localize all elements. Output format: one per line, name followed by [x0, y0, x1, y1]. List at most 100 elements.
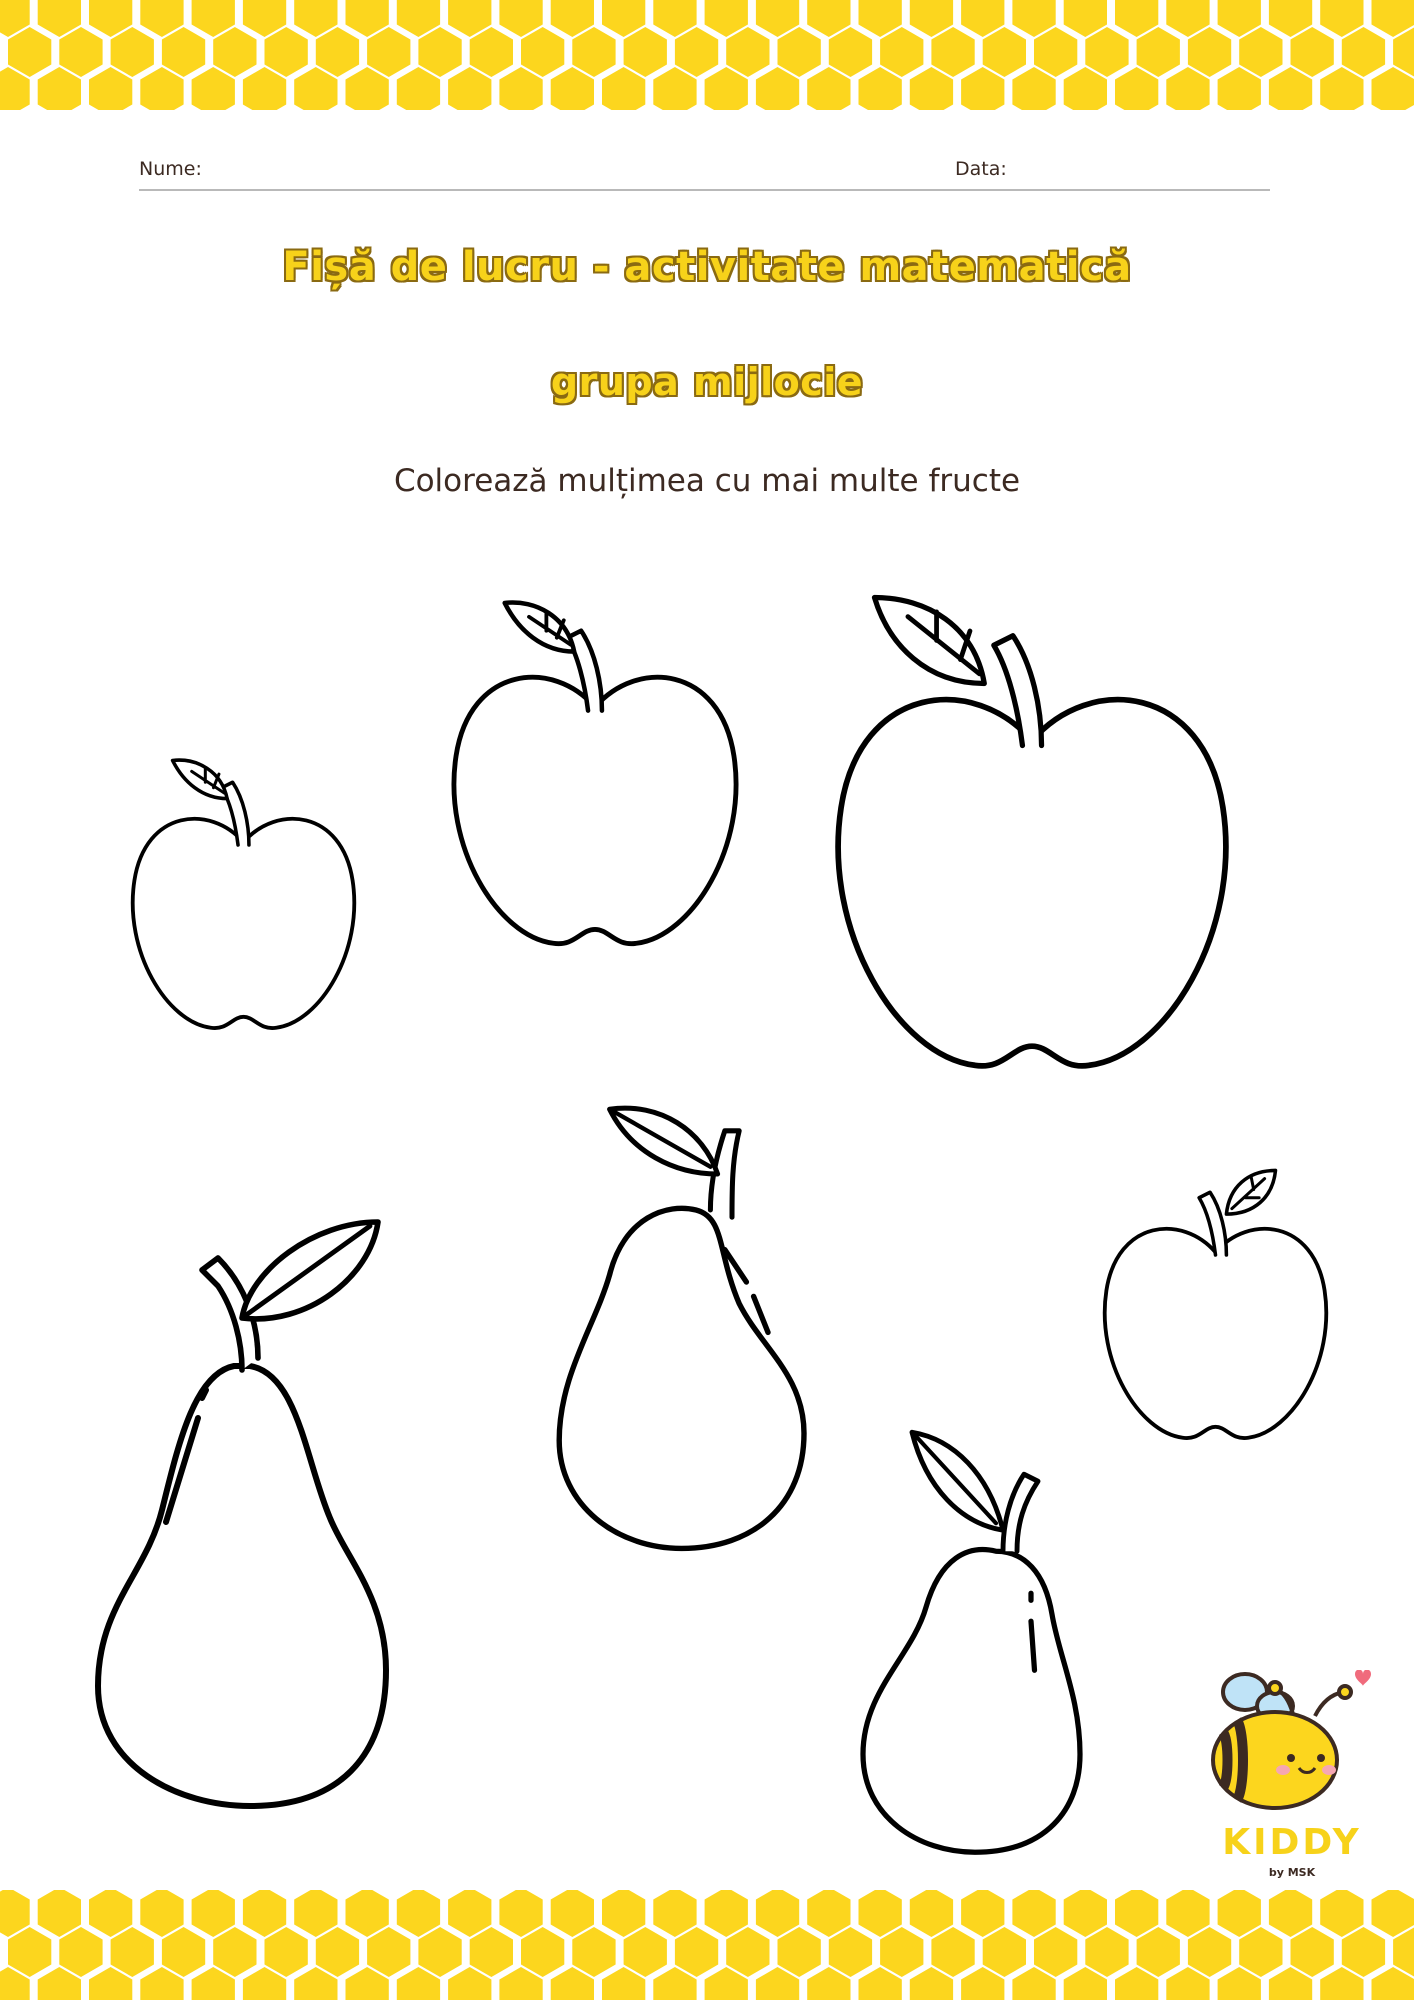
honeycomb-cell: [880, 1927, 924, 1977]
honeycomb-cell: [726, 27, 770, 77]
honeycomb-cell: [1063, 1890, 1107, 1937]
honeycomb-cell: [674, 27, 719, 77]
pear-small: [842, 1418, 1122, 1863]
honeycomb-cell: [448, 67, 492, 110]
honeycomb-cell: [367, 1927, 411, 1977]
honeycomb-cell: [345, 1890, 389, 1937]
honeycomb-cell: [653, 1890, 697, 1937]
honeycomb-cell: [448, 1890, 492, 1937]
honeycomb-cell: [1034, 27, 1078, 77]
honeycomb-cell: [931, 1927, 975, 1977]
date-label: Data:: [955, 158, 1007, 180]
honeycomb-cell: [294, 1890, 338, 1937]
honeycomb-cell: [315, 1927, 360, 1977]
honeycomb-border-bottom: [0, 1890, 1414, 2000]
honeycomb-cell: [499, 1890, 543, 1937]
honeycomb-cell: [1187, 1927, 1232, 1977]
honeycomb-cell: [213, 27, 257, 77]
pear-icon: [95, 1219, 389, 1809]
honeycomb-cell: [858, 67, 902, 110]
honeycomb-cell: [191, 67, 235, 110]
honeycomb-cell: [1085, 1927, 1129, 1977]
honeycomb-cell: [469, 27, 513, 77]
honeycomb-cell: [140, 1890, 184, 1937]
honeycomb-cell: [264, 1927, 308, 1977]
honeycomb-cell: [37, 1890, 81, 1937]
honeycomb-cell: [828, 1927, 873, 1977]
honeycomb-cell: [521, 1927, 565, 1977]
apple-small-left: [106, 755, 381, 1055]
honeycomb-cell: [345, 67, 389, 110]
pear-large: [90, 1198, 490, 1818]
honeycomb-cell: [961, 1890, 1005, 1937]
apple-large: [782, 588, 1282, 1113]
honeycomb-cell: [89, 1890, 133, 1937]
honeycomb-cell: [1239, 1927, 1283, 1977]
honeycomb-cell: [89, 67, 133, 110]
honeycomb-cell: [704, 67, 748, 110]
honeycomb-cell: [1268, 67, 1313, 110]
honeycomb-cell: [418, 27, 462, 77]
honeycomb-cell: [550, 1890, 594, 1937]
honeycomb-cell: [1239, 27, 1283, 77]
honeycomb-cell: [828, 27, 873, 77]
honeycomb-cell: [367, 27, 411, 77]
honeycomb-cell: [140, 67, 184, 110]
honeycomb-cell: [213, 1927, 257, 1977]
honeycomb-cell: [755, 67, 800, 110]
honeycomb-cell: [1115, 1890, 1159, 1937]
worksheet-title: Fișă de lucru - activitate matematică: [282, 244, 1132, 290]
apple-icon: [130, 758, 357, 1030]
honeycomb-cell: [1217, 67, 1261, 110]
name-label: Nume:: [139, 158, 202, 180]
instruction-text: Colorează mulțimea cu mai multe fructe: [393, 463, 1021, 499]
honeycomb-cell: [880, 27, 924, 77]
apple-medium: [420, 596, 770, 978]
pear-medium: [516, 1087, 876, 1567]
honeycomb-cell: [242, 67, 287, 110]
honeycomb-cell: [161, 27, 206, 77]
honeycomb-cell: [1012, 1890, 1056, 1937]
honeycomb-cell: [807, 67, 851, 110]
name-date-line: [139, 189, 1270, 191]
honeycomb-cell: [242, 1890, 287, 1937]
honeycomb-cell: [1341, 1927, 1386, 1977]
honeycomb-cell: [1136, 27, 1180, 77]
worksheet-subtitle: grupa mijlocie: [550, 360, 864, 404]
honeycomb-cell: [572, 27, 616, 77]
honeycomb-cell: [982, 27, 1026, 77]
honeycomb-cell: [1034, 1927, 1078, 1977]
honeycomb-cell: [726, 1927, 770, 1977]
honeycomb-cell: [1320, 67, 1364, 110]
honeycomb-cell: [1371, 67, 1414, 110]
apple-icon: [835, 594, 1229, 1069]
honeycomb-cell: [1187, 27, 1232, 77]
honeycomb-cell: [59, 1927, 103, 1977]
honeycomb-cell: [602, 67, 646, 110]
pear-icon: [556, 1105, 807, 1552]
honeycomb-cell: [37, 67, 81, 110]
honeycomb-cell: [674, 1927, 719, 1977]
honeycomb-cell: [961, 67, 1005, 110]
honeycomb-cell: [909, 1890, 954, 1937]
logo-byline: by MSK: [1268, 1866, 1316, 1879]
honeycomb-cell: [499, 67, 543, 110]
honeycomb-cell: [982, 1927, 1026, 1977]
honeycomb-cell: [1115, 67, 1159, 110]
honeycomb-cell: [396, 1890, 441, 1937]
honeycomb-cell: [1166, 67, 1210, 110]
honeycomb-cell: [191, 1890, 235, 1937]
honeycomb-cell: [110, 27, 154, 77]
apple-icon: [451, 600, 739, 947]
honeycomb-cell: [623, 1927, 667, 1977]
honeycomb-pattern: [0, 1890, 1414, 2000]
honeycomb-cell: [110, 1927, 154, 1977]
honeycomb-cell: [1085, 27, 1129, 77]
honeycomb-cell: [1290, 27, 1334, 77]
honeycomb-cell: [931, 27, 975, 77]
pear-icon: [860, 1429, 1083, 1855]
honeycomb-cell: [755, 1890, 800, 1937]
honeycomb-cell: [602, 1890, 646, 1937]
honeycomb-cell: [704, 1890, 748, 1937]
honeycomb-cell: [777, 27, 821, 77]
